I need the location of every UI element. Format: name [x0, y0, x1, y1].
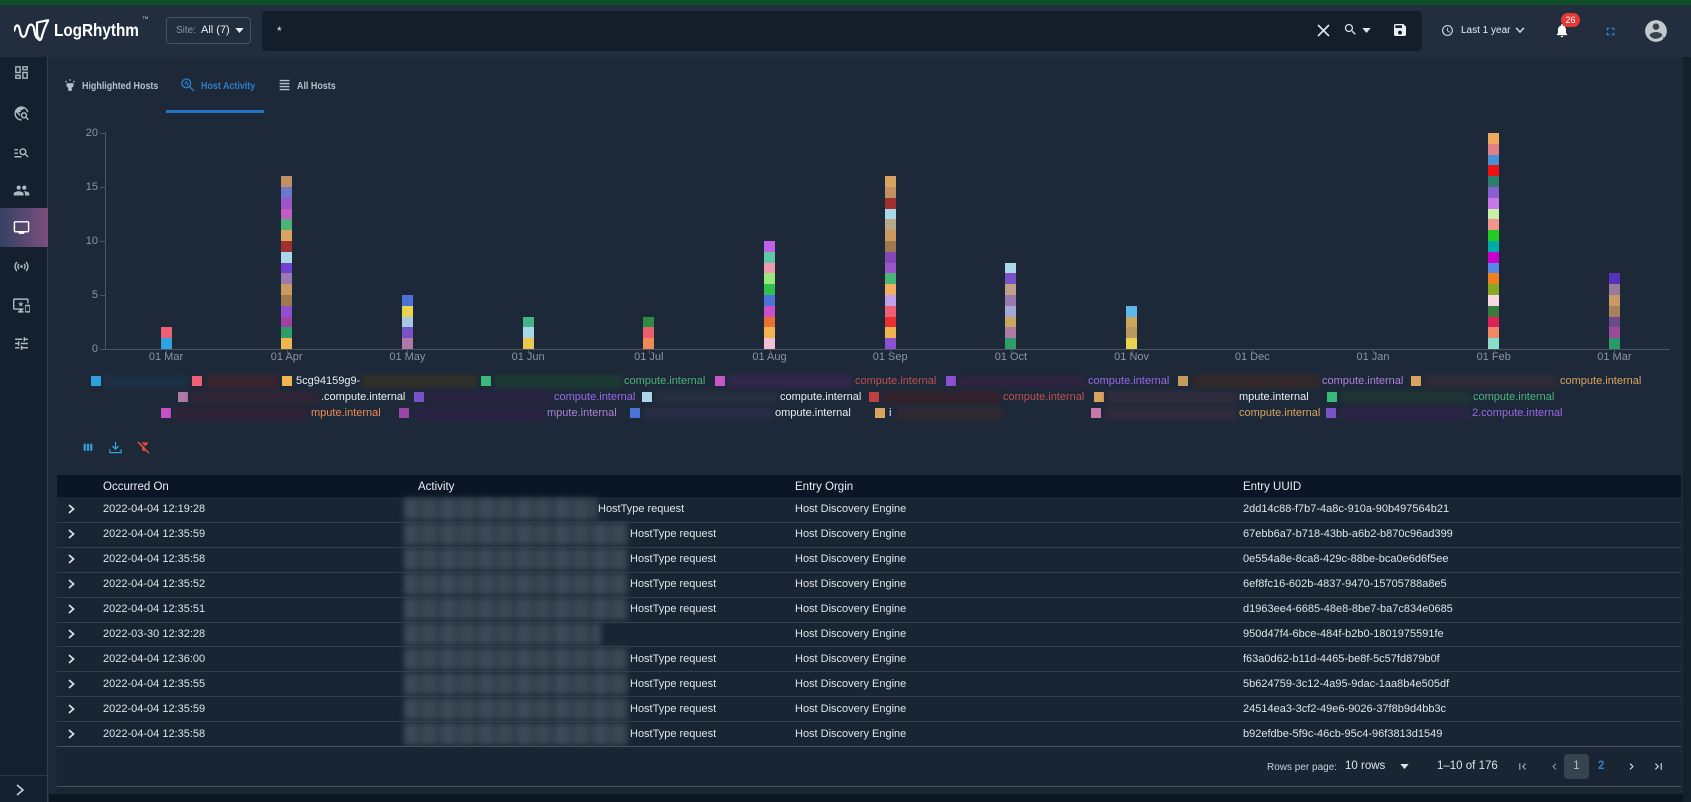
svg-text:™: ™ [142, 16, 149, 23]
svg-text:LogRhythm: LogRhythm [54, 20, 139, 40]
